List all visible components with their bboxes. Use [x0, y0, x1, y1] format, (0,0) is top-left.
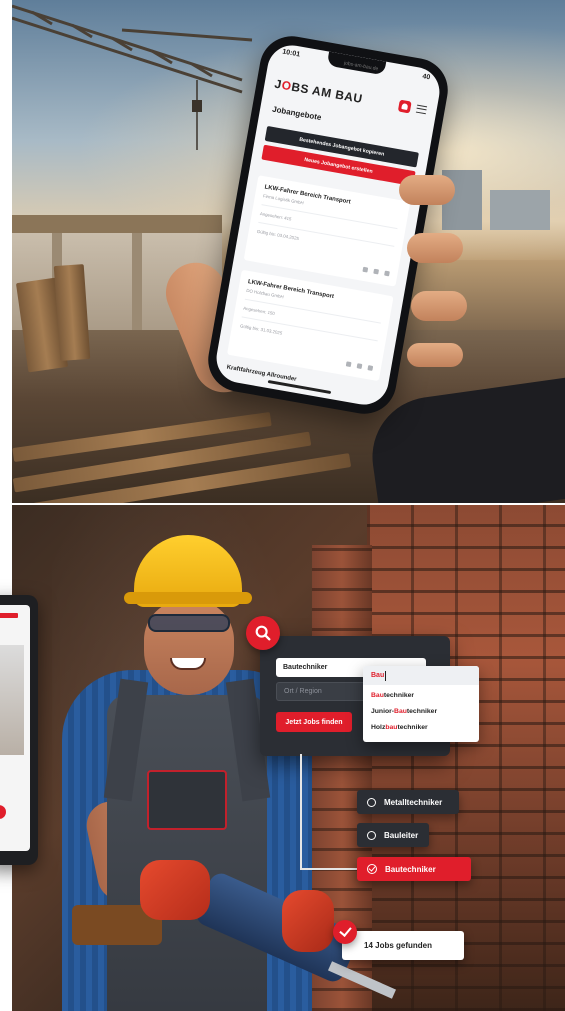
- magnifier-icon: [255, 625, 271, 641]
- filter-option-label: Bauleiter: [384, 830, 419, 840]
- suggestion-item[interactable]: Bautechniker: [371, 692, 414, 699]
- autocomplete-dropdown: Bau Bautechniker Junior-Bautechniker Hol…: [363, 666, 479, 742]
- status-time: 10:01: [281, 48, 301, 59]
- smiling-worker: [52, 520, 397, 1011]
- filter-option-selected[interactable]: Bautechniker: [357, 857, 471, 881]
- find-jobs-button[interactable]: Jetzt Jobs finden: [276, 712, 352, 732]
- filter-option[interactable]: Bauleiter: [357, 823, 429, 847]
- work-glove: [140, 860, 210, 920]
- suggestion-match: Bau: [371, 692, 384, 699]
- query-text: Bau: [371, 672, 385, 679]
- flow-line: [300, 868, 357, 870]
- search-icon: [246, 616, 280, 650]
- header-actions: [397, 99, 428, 117]
- filter-option-label: Metalltechniker: [384, 797, 443, 807]
- concrete-column: [132, 233, 142, 335]
- copy-icon[interactable]: [356, 363, 363, 370]
- suggestion-prefix: Holz: [371, 724, 386, 731]
- check-circle-icon: [367, 864, 377, 874]
- fingers: [397, 175, 477, 375]
- filter-option-label: Bautechniker: [385, 864, 436, 874]
- finger: [411, 291, 467, 321]
- edit-icon[interactable]: [345, 361, 352, 368]
- delete-icon[interactable]: [384, 270, 390, 277]
- suggestion-suffix: techniker: [397, 724, 428, 731]
- results-text: 14 Jobs gefunden: [364, 941, 433, 950]
- concrete-slab: [12, 215, 222, 233]
- home-indicator: [267, 379, 332, 395]
- tablet-device: [0, 595, 38, 865]
- flow-line: [300, 754, 302, 870]
- radio-icon: [367, 797, 376, 807]
- copy-icon[interactable]: [373, 268, 380, 275]
- safety-glasses: [148, 614, 230, 632]
- marketing-collage: 10:01 jobs-am-bau.de 40 JOBS AM BAU Joba…: [0, 0, 565, 1011]
- tablet-action-icon: [0, 805, 6, 819]
- suggestion-match: bau: [385, 724, 398, 731]
- job-card[interactable]: LKW-Fahrer Bereich Transport Firma Logis…: [243, 175, 411, 287]
- hard-hat-brim: [124, 592, 252, 604]
- job-title-partial[interactable]: Kraftfahrzeug Allrounder: [226, 365, 297, 383]
- job-actions: [345, 361, 374, 371]
- tablet-screen: [0, 605, 30, 851]
- edit-icon[interactable]: [362, 266, 369, 273]
- logo-rest: BS AM BAU: [290, 79, 364, 106]
- suggestion-suffix: techniker: [406, 708, 438, 715]
- notification-icon[interactable]: [397, 99, 412, 114]
- suggestion-match: Bau: [394, 708, 407, 715]
- construction-site-photo: 10:01 jobs-am-bau.de 40 JOBS AM BAU Joba…: [12, 0, 565, 503]
- suggestion-item[interactable]: Holzbautechniker: [371, 724, 428, 731]
- work-glove: [282, 890, 334, 952]
- tablet-badge: [0, 613, 18, 618]
- job-card[interactable]: LKW-Fahrer Bereich Transport DO Holzbau …: [226, 269, 394, 382]
- suggestion-prefix: Junior-: [371, 708, 395, 715]
- text-cursor: [385, 670, 387, 681]
- autocomplete-query[interactable]: Bau: [363, 666, 479, 685]
- results-count: 14 Jobs gefunden: [342, 931, 464, 960]
- finger: [407, 233, 463, 263]
- tablet-image: [0, 645, 24, 755]
- suggestion-item[interactable]: Junior-Bautechniker: [371, 708, 437, 715]
- checkmark-icon: [333, 920, 357, 944]
- delete-icon[interactable]: [367, 365, 374, 371]
- jobs-am-bau-logo[interactable]: JOBS AM BAU: [274, 77, 364, 106]
- menu-icon[interactable]: [415, 104, 428, 115]
- radio-icon: [367, 830, 376, 840]
- worker-photo: [12, 505, 565, 1011]
- filter-option[interactable]: Metalltechniker: [357, 790, 459, 814]
- suggestion-suffix: techniker: [383, 692, 415, 699]
- finger: [407, 343, 463, 367]
- status-battery: 40: [421, 73, 431, 82]
- chest-pocket: [147, 770, 227, 830]
- finger: [399, 175, 455, 205]
- job-actions: [362, 266, 390, 277]
